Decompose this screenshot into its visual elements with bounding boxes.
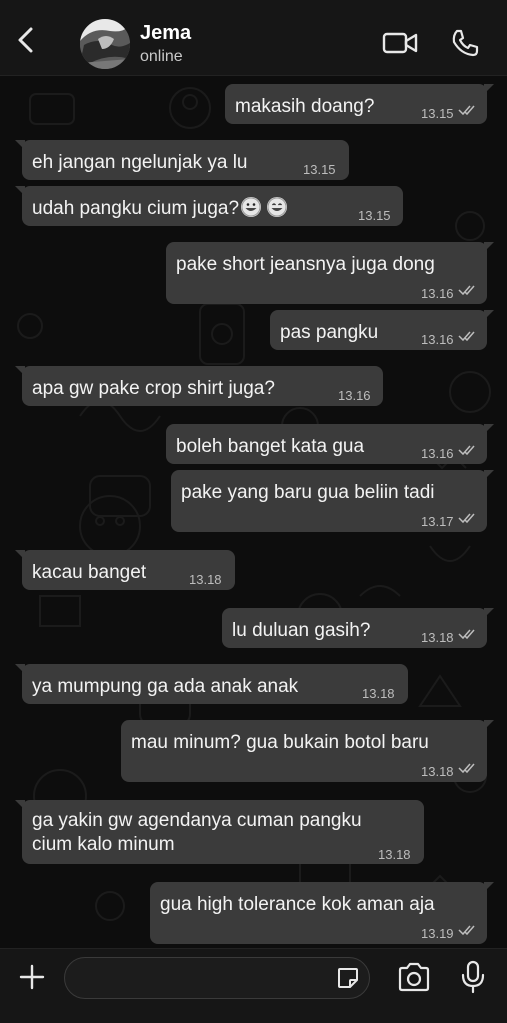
plus-icon[interactable]: [18, 963, 46, 991]
message-text: pake yang baru gua beliin tadi: [181, 482, 435, 503]
double-check-icon: [458, 925, 475, 936]
outgoing-message[interactable]: mau minum? gua bukain botol baru 13.18: [121, 720, 494, 782]
message-text: gua high tolerance kok aman aja: [160, 894, 435, 915]
outgoing-message[interactable]: gua high tolerance kok aman aja 13.19: [150, 882, 494, 944]
double-check-icon: [458, 445, 475, 456]
message-text-line: cium kalo minum: [32, 834, 175, 855]
avatar-photo: [80, 19, 130, 69]
contact-name[interactable]: Jema: [140, 22, 191, 45]
message-text: udah pangku cium juga?: [32, 198, 240, 219]
double-check-icon: [458, 105, 475, 116]
outgoing-message[interactable]: pake short jeansnya juga dong 13.16: [166, 242, 494, 304]
incoming-message[interactable]: apa gw pake crop shirt juga? 13.16: [15, 366, 383, 406]
message-text: boleh banget kata gua: [176, 436, 365, 457]
chat-screen: Jema online makasih doang? 13.15 eh jang…: [0, 0, 507, 1023]
outgoing-message[interactable]: pake yang baru gua beliin tadi 13.17: [171, 470, 494, 532]
message-text: ya mumpung ga ada anak anak: [32, 676, 299, 697]
phone-icon[interactable]: [450, 28, 480, 58]
message-time: 13.16: [421, 286, 454, 301]
sticker-icon[interactable]: [336, 966, 360, 990]
video-camera-icon[interactable]: [382, 30, 418, 56]
message-text: makasih doang?: [235, 96, 375, 117]
avatar[interactable]: [80, 19, 130, 69]
message-time: 13.18: [189, 572, 222, 587]
message-input[interactable]: [64, 957, 370, 999]
outgoing-message[interactable]: boleh banget kata gua 13.16: [166, 424, 494, 464]
double-check-icon: [458, 331, 475, 342]
message-text-line: ga yakin gw agendanya cuman pangku: [32, 810, 362, 831]
message-time: 13.16: [421, 332, 454, 347]
message-time: 13.18: [362, 686, 395, 701]
message-time: 13.18: [378, 847, 411, 862]
message-text: eh jangan ngelunjak ya lu: [32, 152, 248, 173]
double-check-icon: [458, 763, 475, 774]
message-text: pake short jeansnya juga dong: [176, 254, 435, 275]
incoming-message[interactable]: ya mumpung ga ada anak anak 13.18: [15, 664, 408, 704]
incoming-message[interactable]: ga yakin gw agendanya cuman pangku cium …: [15, 800, 424, 864]
message-list: makasih doang? 13.15 eh jangan ngelunjak…: [0, 76, 507, 948]
outgoing-message[interactable]: makasih doang? 13.15: [225, 84, 494, 124]
message-text: lu duluan gasih?: [232, 620, 371, 641]
message-text: kacau banget: [32, 562, 147, 583]
message-text: mau minum? gua bukain botol baru: [131, 732, 429, 753]
message-time: 13.15: [421, 106, 454, 121]
chat-header: Jema online: [0, 0, 507, 76]
message-text: apa gw pake crop shirt juga?: [32, 378, 275, 399]
message-time: 13.16: [421, 446, 454, 461]
message-text: pas pangku: [280, 322, 379, 343]
double-check-icon: [458, 285, 475, 296]
incoming-message[interactable]: udah pangku cium juga? 13.15: [15, 186, 403, 226]
message-time: 13.18: [421, 630, 454, 645]
contact-status: online: [140, 48, 183, 65]
camera-icon[interactable]: [397, 962, 431, 992]
message-time: 13.15: [303, 162, 336, 177]
incoming-message[interactable]: kacau banget 13.18: [15, 550, 235, 590]
outgoing-message[interactable]: pas pangku 13.16: [270, 310, 494, 350]
message-time: 13.17: [421, 514, 454, 529]
chevron-left-icon[interactable]: [12, 26, 40, 54]
message-time: 13.18: [421, 764, 454, 779]
microphone-icon[interactable]: [460, 960, 486, 994]
incoming-message[interactable]: eh jangan ngelunjak ya lu 13.15: [15, 140, 349, 180]
message-time: 13.15: [358, 208, 391, 223]
message-time: 13.16: [338, 388, 371, 403]
outgoing-message[interactable]: lu duluan gasih? 13.18: [222, 608, 494, 648]
double-check-icon: [458, 513, 475, 524]
grinning-face-emoji: [241, 197, 262, 217]
message-time: 13.19: [421, 926, 454, 941]
beaming-face-emoji: [267, 197, 288, 217]
double-check-icon: [458, 629, 475, 640]
